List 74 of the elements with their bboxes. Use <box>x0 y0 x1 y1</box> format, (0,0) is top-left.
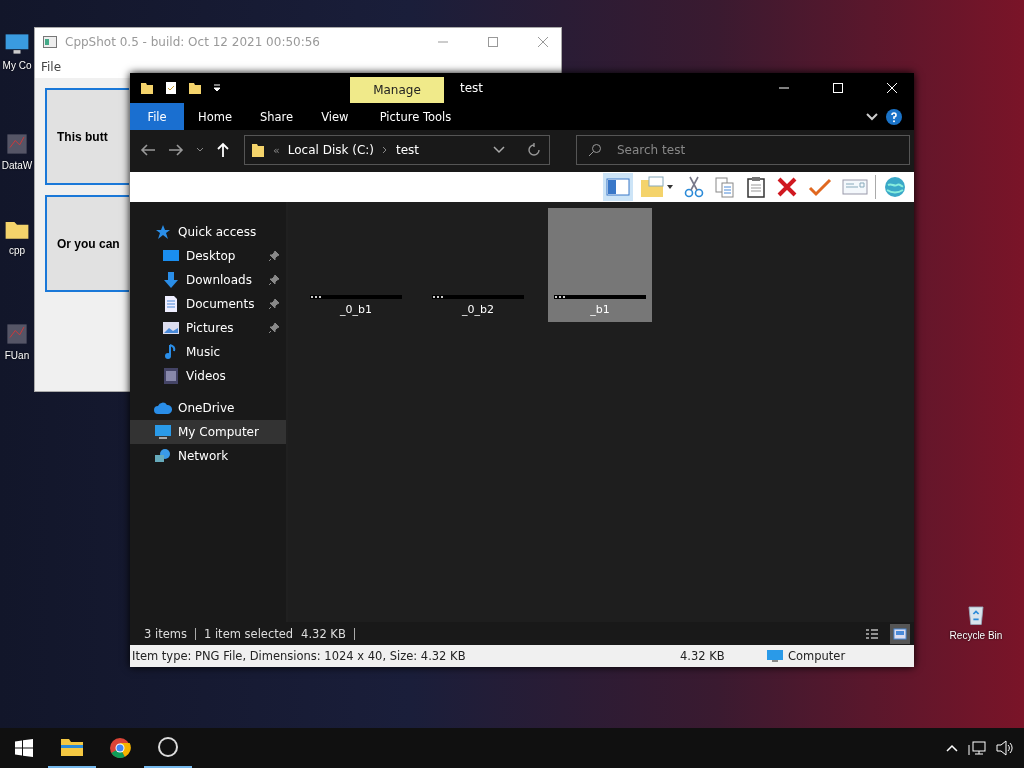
ribbon-tab[interactable]: Home <box>184 103 246 130</box>
chevron-down-icon[interactable] <box>196 147 204 153</box>
navigation-item[interactable]: Network <box>130 444 286 468</box>
selection-count: 1 item selected <box>203 626 294 641</box>
computer-icon <box>766 649 784 663</box>
navigation-item[interactable]: Desktop <box>130 244 286 268</box>
overflow-chevron[interactable]: « <box>273 143 280 157</box>
download-icon <box>162 272 180 288</box>
properties-icon[interactable] <box>164 81 178 95</box>
folder-icon[interactable] <box>188 81 202 95</box>
window-title: test <box>460 81 484 95</box>
item-count: 3 items <box>144 626 187 641</box>
pin-icon[interactable] <box>268 322 280 334</box>
preview-pane-icon[interactable] <box>603 173 633 201</box>
pin-icon[interactable] <box>268 298 280 310</box>
desktop-icon-label[interactable]: My Co <box>2 60 32 71</box>
desktop-icon-label[interactable]: Recycle Bin <box>949 630 1003 641</box>
pin-icon[interactable] <box>268 274 280 286</box>
navigation-item[interactable]: Music <box>130 340 286 364</box>
window-title: CppShot 0.5 - build: Oct 12 2021 00:50:56 <box>65 35 320 49</box>
ribbon-tab[interactable]: File <box>130 103 184 130</box>
ribbon-tab[interactable]: Picture Tools <box>368 103 463 130</box>
network-icon <box>154 448 172 464</box>
back-arrow-icon[interactable] <box>140 143 156 157</box>
breadcrumb[interactable]: test <box>396 143 420 157</box>
cloud-icon <box>154 402 172 414</box>
pin-icon[interactable] <box>268 250 280 262</box>
folder-icon[interactable] <box>140 81 154 95</box>
forward-arrow-icon[interactable] <box>168 143 184 157</box>
speaker-icon[interactable] <box>996 740 1014 756</box>
star-icon <box>154 224 172 240</box>
app-button[interactable]: Or you can <box>45 195 129 292</box>
desktop-icon-label[interactable]: cpp <box>8 245 26 256</box>
navigation-item[interactable]: Quick access <box>130 220 286 244</box>
video-icon <box>162 368 180 384</box>
refresh-icon[interactable] <box>527 143 541 157</box>
chevron-right-icon <box>382 146 389 154</box>
navigation-item[interactable]: Videos <box>130 364 286 388</box>
ribbon-tab[interactable]: Share <box>245 103 308 130</box>
picture-icon <box>162 321 180 335</box>
folder-icon <box>251 142 265 158</box>
file-item[interactable]: _0_b1 <box>304 208 408 322</box>
navigation-item[interactable]: Pictures <box>130 316 286 340</box>
chevron-up-icon[interactable] <box>946 744 958 752</box>
ribbon-tab[interactable]: View <box>307 103 363 130</box>
search-icon <box>588 143 602 157</box>
chevron-down-icon[interactable] <box>866 112 878 121</box>
desktop-icon-label[interactable]: FUan <box>4 350 30 361</box>
file-item[interactable]: _b1 <box>548 208 652 322</box>
search-field[interactable]: Search test <box>576 135 910 165</box>
contextual-tab-header: Manage <box>350 77 444 103</box>
app-button[interactable]: This butt <box>45 88 129 185</box>
large-icons-view-icon[interactable] <box>890 623 910 644</box>
navigation-item[interactable]: My Computer <box>130 420 286 444</box>
breadcrumb[interactable]: Local Disk (C:) <box>287 143 375 157</box>
network-icon[interactable] <box>968 740 986 756</box>
help-icon[interactable] <box>886 108 902 125</box>
address-bar[interactable]: « Local Disk (C:) test <box>244 135 550 165</box>
up-arrow-icon[interactable] <box>216 142 230 158</box>
selection-size: 4.32 KB <box>301 626 346 641</box>
document-icon <box>162 296 180 312</box>
navigation-item[interactable]: Downloads <box>130 268 286 292</box>
navigation-item[interactable]: Documents <box>130 292 286 316</box>
details-location: Computer <box>788 649 846 663</box>
file-item[interactable]: _0_b2 <box>426 208 530 322</box>
monitor-icon <box>162 249 180 263</box>
navigation-item[interactable]: OneDrive <box>130 396 286 420</box>
app-icon <box>43 36 57 48</box>
details-size: 4.32 KB <box>680 649 726 663</box>
details-text: Item type: PNG File, Dimensions: 1024 x 40, Size: 4.32 KB <box>131 649 467 663</box>
computer-icon <box>154 424 172 440</box>
chevron-down-icon[interactable] <box>493 146 505 154</box>
menu-item[interactable]: File <box>41 60 62 74</box>
desktop-icon-label[interactable]: DataW <box>1 160 33 171</box>
